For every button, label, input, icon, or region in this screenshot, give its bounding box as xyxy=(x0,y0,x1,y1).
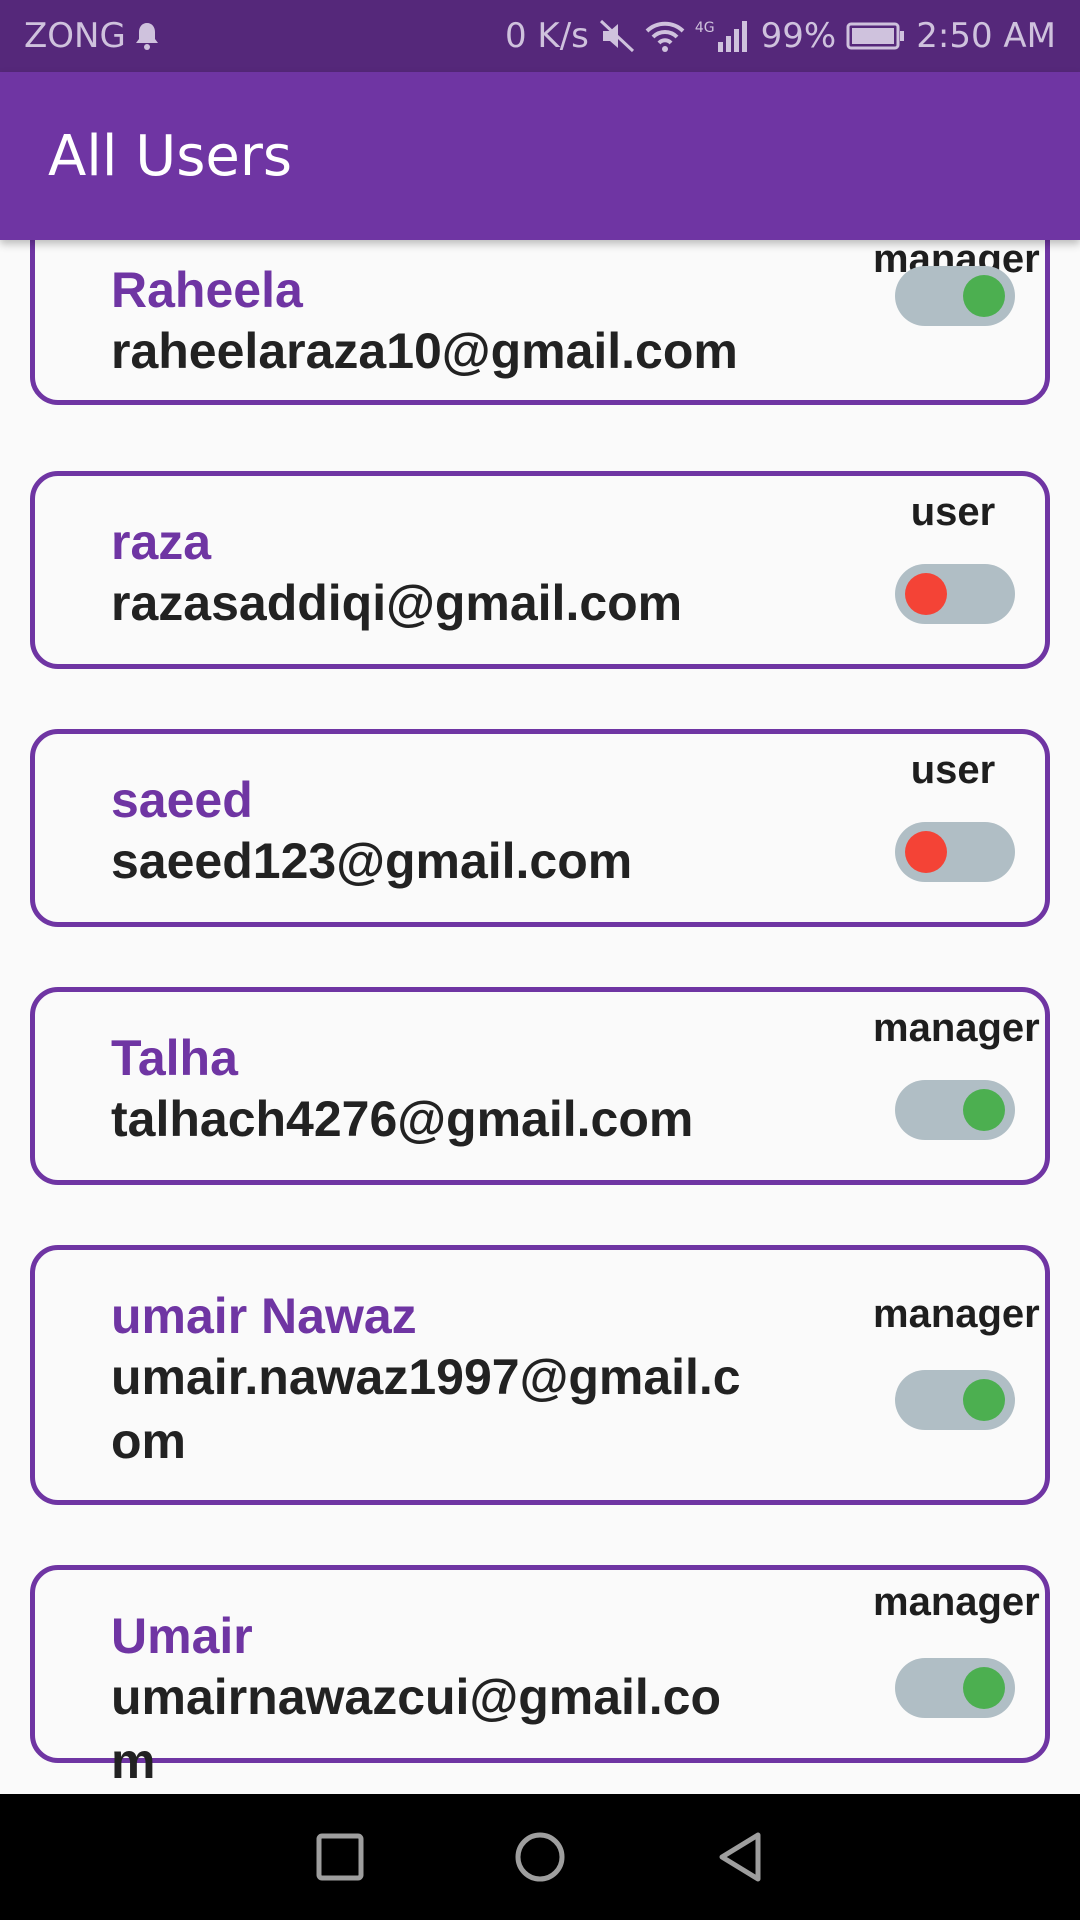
user-name: umair Nawaz xyxy=(111,1288,417,1344)
user-email: razasaddiqi@gmail.com xyxy=(111,575,683,631)
user-name: raza xyxy=(111,514,212,570)
toggle-knob xyxy=(963,1089,1005,1131)
user-email: talhach4276@gmail.com xyxy=(111,1091,694,1147)
role-label: manager xyxy=(873,1580,1040,1624)
role-toggle[interactable] xyxy=(895,266,1015,326)
role-label: user xyxy=(910,490,996,534)
role-label: manager xyxy=(873,1292,1040,1336)
user-card[interactable]: saeed saeed123@gmail.com user xyxy=(30,729,1050,927)
toggle-knob xyxy=(905,831,947,873)
user-list[interactable]: Raheela raheelaraza10@gmail.com manager … xyxy=(0,240,1080,1794)
user-card[interactable]: raza razasaddiqi@gmail.com user xyxy=(30,471,1050,669)
user-card[interactable]: umair Nawaz umair.nawaz1997@gmail.com ma… xyxy=(30,1245,1050,1505)
status-bar: ZONG 0 K/s 4G 99% 2:50 AM xyxy=(0,0,1080,72)
signal-icon: 4G xyxy=(695,20,751,52)
recent-apps-icon[interactable] xyxy=(316,1833,364,1881)
wifi-icon xyxy=(645,19,685,53)
network-type: 4G xyxy=(694,20,715,36)
page-title: All Users xyxy=(48,123,293,189)
user-name: Talha xyxy=(111,1030,238,1086)
role-toggle[interactable] xyxy=(895,564,1015,624)
user-card[interactable]: Umair umairnawazcui@gmail.com manager xyxy=(30,1565,1050,1789)
mute-icon xyxy=(599,19,635,53)
user-email: umairnawazcui@gmail.com xyxy=(111,1669,722,1789)
notification-bell-icon xyxy=(134,21,160,51)
toggle-knob xyxy=(963,1667,1005,1709)
toggle-knob xyxy=(905,573,947,615)
user-email: umair.nawaz1997@gmail.com xyxy=(111,1349,741,1469)
user-name: saeed xyxy=(111,772,253,828)
home-icon[interactable] xyxy=(514,1831,566,1883)
role-toggle[interactable] xyxy=(895,1658,1015,1718)
battery-percent: 99% xyxy=(760,16,837,56)
role-label: manager xyxy=(873,1006,1040,1050)
navigation-bar xyxy=(0,1794,1080,1920)
user-email: raheelaraza10@gmail.com xyxy=(111,323,738,379)
user-name: Raheela xyxy=(111,262,303,318)
role-toggle[interactable] xyxy=(895,1080,1015,1140)
toggle-knob xyxy=(963,275,1005,317)
app-bar: All Users xyxy=(0,72,1080,240)
user-card[interactable]: Raheela raheelaraza10@gmail.com manager xyxy=(30,240,1050,405)
user-email: saeed123@gmail.com xyxy=(111,833,633,889)
network-speed: 0 K/s xyxy=(504,16,589,56)
user-name: Umair xyxy=(111,1608,253,1664)
back-icon[interactable] xyxy=(716,1831,764,1883)
role-toggle[interactable] xyxy=(895,822,1015,882)
user-card[interactable]: Talha talhach4276@gmail.com manager xyxy=(30,987,1050,1185)
clock: 2:50 AM xyxy=(916,16,1056,56)
role-toggle[interactable] xyxy=(895,1370,1015,1430)
role-label: user xyxy=(910,748,996,792)
carrier-label: ZONG xyxy=(24,16,126,56)
toggle-knob xyxy=(963,1379,1005,1421)
battery-icon xyxy=(846,21,906,51)
